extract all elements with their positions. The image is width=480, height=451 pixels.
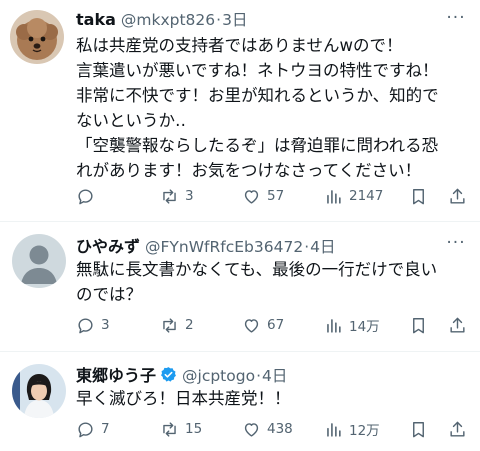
author-handle[interactable]: @FYnWfRfcEb36472 <box>145 238 303 256</box>
separator-dot: · <box>256 367 262 385</box>
avatar[interactable] <box>12 234 66 288</box>
repost-icon <box>163 421 176 437</box>
post-text: 早く滅びろ！日本共産党！！ <box>76 386 470 411</box>
post-text: 無駄に長文書かなくても、最後の一行だけで良い のでは？ <box>76 257 470 307</box>
like-count: 67 <box>267 317 285 333</box>
view-count: 14万 <box>349 319 380 335</box>
repost-button[interactable]: 3 <box>160 185 194 207</box>
bookmark-icon <box>413 317 424 333</box>
reply-icon <box>78 421 93 437</box>
reply-button[interactable] <box>76 185 101 207</box>
reply-count: 7 <box>101 421 110 437</box>
reply-icon <box>78 317 93 333</box>
default-avatar-icon <box>12 234 66 288</box>
view-count: 12万 <box>349 423 380 439</box>
heart-icon <box>244 422 259 437</box>
reply-button[interactable]: 3 <box>76 314 110 336</box>
repost-icon <box>163 317 176 333</box>
analytics-icon <box>327 422 341 437</box>
avatar[interactable] <box>10 10 64 64</box>
bookmark-icon <box>413 421 424 437</box>
heart-icon <box>244 189 259 204</box>
action-bar: 3 2 67 14万 <box>76 314 472 336</box>
share-icon <box>450 421 465 437</box>
more-options-icon[interactable]: ··· <box>444 233 468 253</box>
repost-icon <box>163 188 176 204</box>
more-options-icon[interactable]: ··· <box>444 8 468 28</box>
post-header: 東郷ゆう子 @jcptogo · 4日 <box>76 362 438 386</box>
author-handle[interactable]: @mkxpt826 <box>121 11 215 29</box>
views-button[interactable]: 2147 <box>324 185 383 207</box>
like-count: 438 <box>267 421 293 437</box>
analytics-icon <box>327 318 341 333</box>
post-text-line: 私は共産党の支持者ではありませんwので！ <box>76 36 403 55</box>
post-time[interactable]: 4日 <box>310 235 335 257</box>
action-bar: 7 15 438 12万 <box>76 418 472 440</box>
post-time[interactable]: 4日 <box>262 364 287 386</box>
repost-button[interactable]: 2 <box>160 314 194 336</box>
post-taka[interactable]: taka @mkxpt826 · 3日 ··· 私は共産党の支持者ではありません… <box>0 0 480 222</box>
bookmark-button[interactable] <box>409 418 428 440</box>
separator-dot: · <box>304 238 310 256</box>
reply-button[interactable]: 7 <box>76 418 110 440</box>
share-icon <box>450 188 465 204</box>
post-header: taka @mkxpt826 · 3日 <box>76 8 438 30</box>
like-button[interactable]: 438 <box>242 418 293 440</box>
share-button[interactable] <box>448 418 467 440</box>
repost-count: 2 <box>185 317 194 333</box>
like-button[interactable]: 67 <box>242 314 284 336</box>
view-count: 2147 <box>349 188 384 204</box>
post-text-line: 言葉遣いが悪いですね！ネトウヨの特性ですね！ <box>76 61 439 80</box>
heart-icon <box>244 318 259 333</box>
post-text-line: 早く滅びろ！日本共産党！！ <box>76 389 291 408</box>
verified-badge-icon <box>161 367 176 382</box>
repost-button[interactable]: 15 <box>160 418 202 440</box>
avatar[interactable] <box>12 364 66 418</box>
author-name[interactable]: taka <box>76 10 116 29</box>
dog-avatar-icon <box>10 10 64 64</box>
author-name[interactable]: 東郷ゆう子 <box>76 362 156 386</box>
post-text-line: 「空襲警報ならしたるぞ」は脅迫罪に問われる恐 <box>76 136 439 155</box>
post-text: 私は共産党の支持者ではありませんwので！ 言葉遣いが悪いですね！ネトウヨの特性で… <box>76 33 470 183</box>
like-count: 57 <box>267 188 285 204</box>
reply-count: 3 <box>101 317 110 333</box>
views-button[interactable]: 14万 <box>324 314 380 336</box>
repost-count: 3 <box>185 188 194 204</box>
action-bar: 3 57 2147 <box>76 185 472 207</box>
views-button[interactable]: 12万 <box>324 418 380 440</box>
author-name[interactable]: ひやみず <box>76 233 140 257</box>
post-hiyamizu[interactable]: ひやみず @FYnWfRfcEb36472 · 4日 ··· 無駄に長文書かなく… <box>0 222 480 352</box>
like-button[interactable]: 57 <box>242 185 284 207</box>
repost-count: 15 <box>185 421 203 437</box>
bookmark-button[interactable] <box>409 314 428 336</box>
share-button[interactable] <box>448 185 467 207</box>
share-icon <box>450 317 465 333</box>
person-photo-avatar-icon <box>12 364 66 418</box>
post-text-line: ないというか‥ <box>76 111 187 130</box>
post-time[interactable]: 3日 <box>222 8 247 30</box>
analytics-icon <box>327 189 341 204</box>
separator-dot: · <box>216 11 222 29</box>
reply-icon <box>78 188 93 204</box>
bookmark-icon <box>413 188 424 204</box>
post-text-line: 非常に不快です！お里が知れるというか、知的で <box>76 86 439 105</box>
post-header: ひやみず @FYnWfRfcEb36472 · 4日 <box>76 233 438 257</box>
post-text-line: れがあります！お気をつけなさってください！ <box>76 161 422 180</box>
post-text-line: 無駄に長文書かなくても、最後の一行だけで良い <box>76 260 438 279</box>
share-button[interactable] <box>448 314 467 336</box>
post-togo[interactable]: 東郷ゆう子 @jcptogo · 4日 早く滅びろ！日本共産党！！ 7 15 4… <box>0 352 480 451</box>
author-handle[interactable]: @jcptogo <box>182 367 255 385</box>
post-text-line: のでは？ <box>76 285 142 304</box>
bookmark-button[interactable] <box>409 185 428 207</box>
